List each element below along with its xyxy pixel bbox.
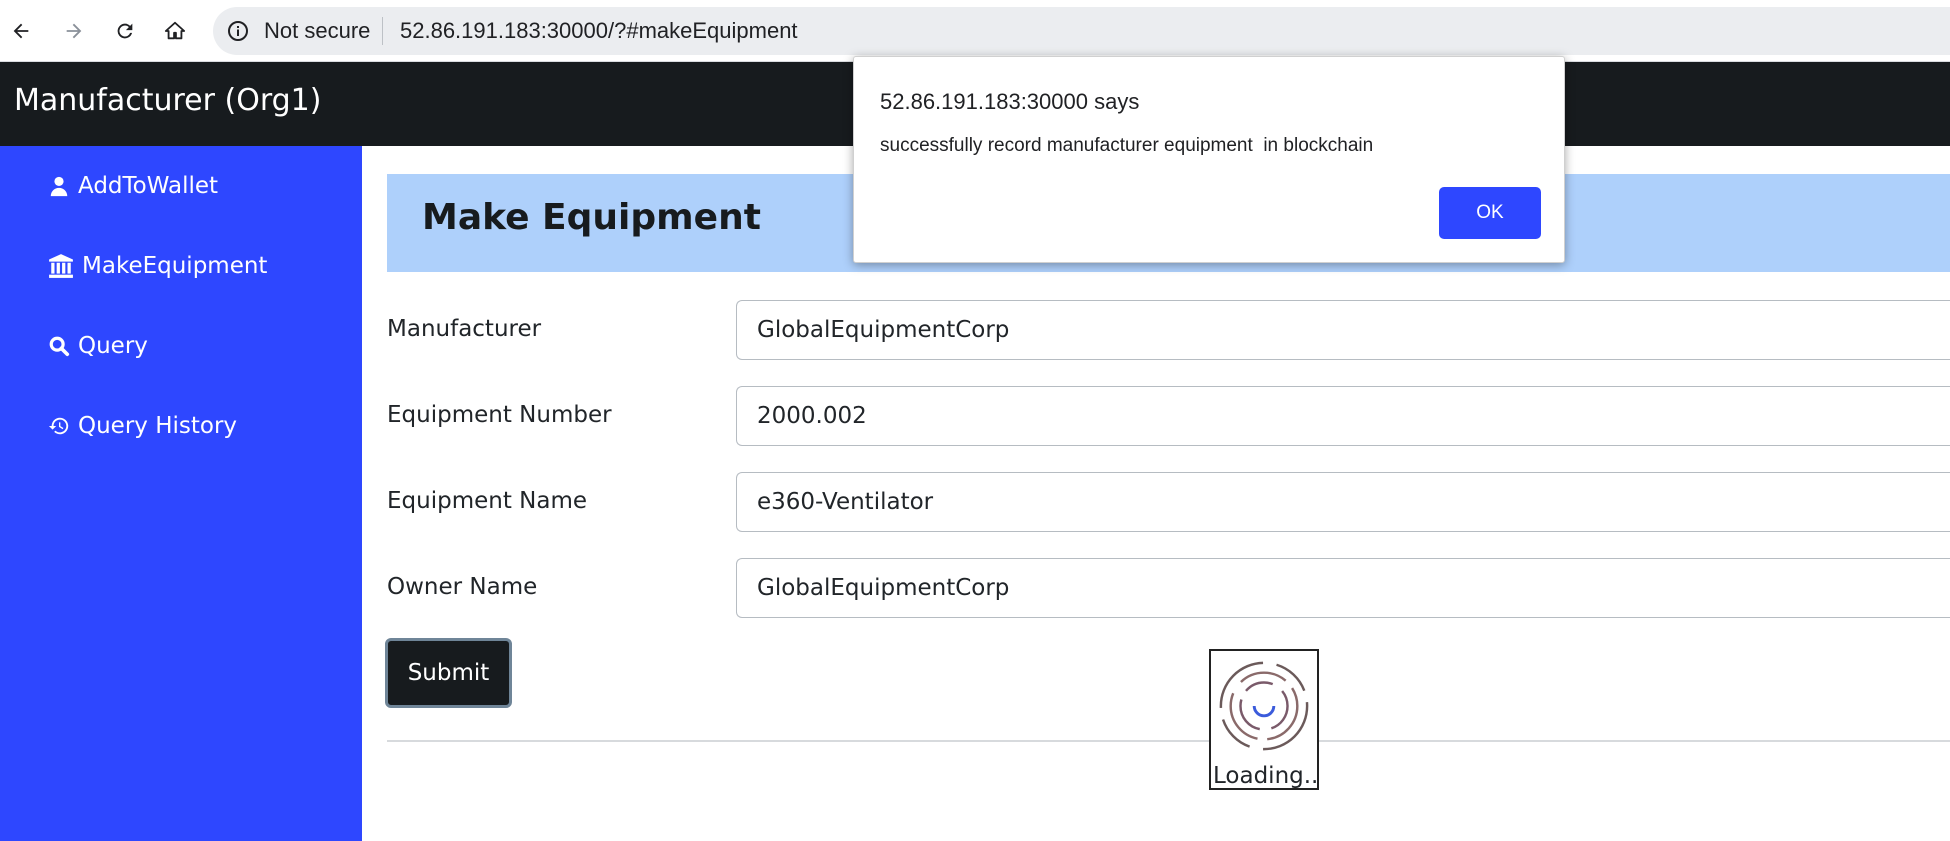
browser-toolbar: Not secure 52.86.191.183:30000/?#makeEqu…: [0, 0, 1950, 62]
alert-message: successfully record manufacturer equipme…: [880, 135, 1374, 156]
alert-title: 52.86.191.183:30000 says: [880, 89, 1140, 114]
equipment-name-field[interactable]: [736, 472, 1950, 532]
back-button[interactable]: [2, 12, 40, 50]
sidebar-item-label: Query: [78, 333, 148, 359]
owner-name-label: Owner Name: [387, 574, 538, 600]
equipment-name-label: Equipment Name: [387, 488, 588, 514]
bank-icon: [49, 254, 73, 278]
reload-icon: [117, 23, 133, 39]
equipment-number-field[interactable]: [736, 386, 1950, 446]
sidebar-item-label: MakeEquipment: [82, 253, 268, 279]
loading-spinner-icon: [1219, 661, 1309, 751]
forward-button[interactable]: [55, 12, 93, 50]
url-text[interactable]: 52.86.191.183:30000/?#makeEquipment: [400, 18, 798, 44]
sidebar-item-query[interactable]: Query: [48, 333, 148, 359]
app-title[interactable]: Manufacturer (Org1): [14, 83, 321, 118]
sidebar-item-addtowallet[interactable]: AddToWallet: [48, 173, 218, 199]
divider: [387, 740, 1950, 742]
search-icon: [49, 336, 70, 357]
user-icon: [50, 176, 68, 197]
history-icon: [48, 417, 69, 435]
sidebar-item-query-history[interactable]: Query History: [48, 413, 237, 439]
sidebar-item-label: AddToWallet: [78, 173, 219, 199]
page-title: Make Equipment: [422, 197, 761, 238]
sidebar-item-label: Query History: [78, 413, 238, 439]
info-icon[interactable]: [226, 19, 250, 43]
alert-dialog: 52.86.191.183:30000 says successfully re…: [853, 56, 1565, 263]
reload-button[interactable]: [106, 12, 144, 50]
arrow-right-icon: [66, 23, 82, 39]
home-icon: [164, 21, 186, 40]
equipment-number-label: Equipment Number: [387, 402, 612, 428]
owner-name-field[interactable]: [736, 558, 1950, 618]
manufacturer-label: Manufacturer: [387, 316, 542, 342]
manufacturer-field[interactable]: [736, 300, 1950, 360]
security-label[interactable]: Not secure: [264, 18, 370, 44]
loading-indicator: Loading..: [1209, 649, 1319, 790]
submit-button[interactable]: Submit: [385, 638, 512, 708]
address-divider: [382, 17, 383, 45]
ok-button[interactable]: OK: [1439, 187, 1541, 239]
arrow-left-icon: [13, 23, 29, 39]
loading-text: Loading..: [1213, 763, 1319, 789]
sidebar-item-makeequipment[interactable]: MakeEquipment: [48, 253, 267, 279]
home-button[interactable]: [156, 12, 194, 50]
sidebar: [0, 146, 362, 841]
